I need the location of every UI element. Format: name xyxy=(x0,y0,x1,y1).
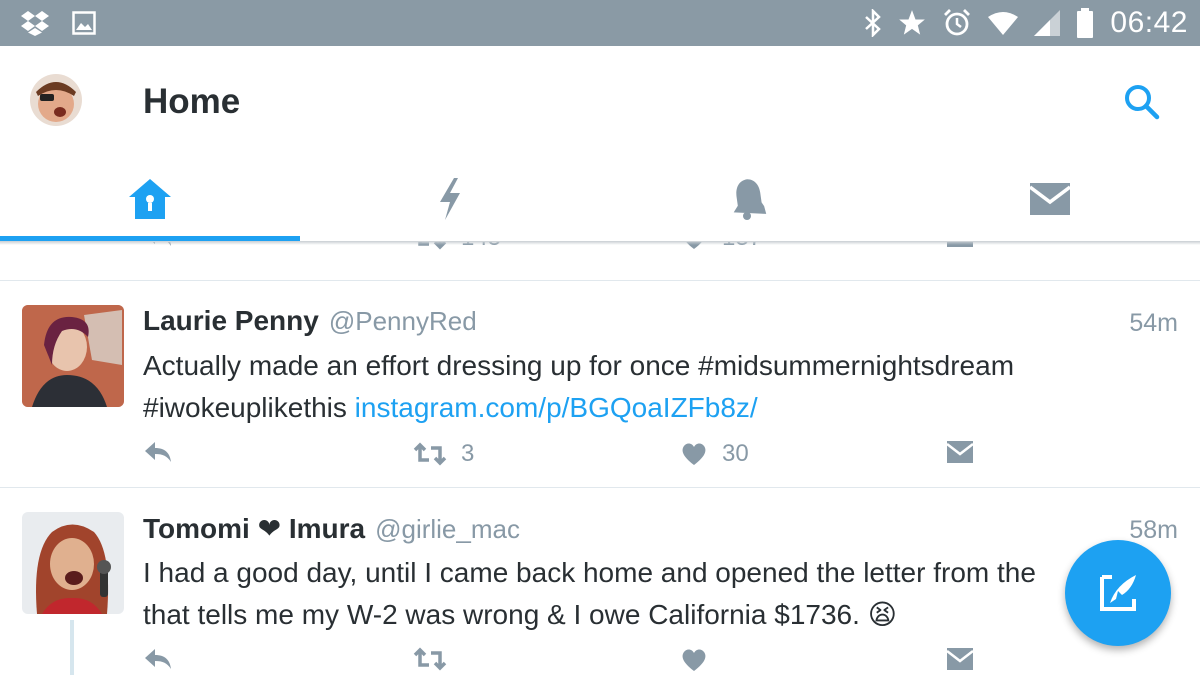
avatar[interactable] xyxy=(30,74,82,126)
image-icon xyxy=(72,11,96,35)
tweet-text-line: I had a good day, until I came back home… xyxy=(143,557,1036,588)
envelope-icon xyxy=(946,441,974,463)
tab-moments[interactable] xyxy=(300,156,600,242)
battery-icon xyxy=(1076,8,1094,38)
tweet[interactable]: Laurie Penny @PennyRed 54m Actually made… xyxy=(0,305,1200,485)
lightning-icon xyxy=(440,178,460,220)
compose-tweet-icon xyxy=(1100,575,1136,611)
home-icon xyxy=(129,179,171,219)
alarm-icon xyxy=(942,8,972,38)
heart-icon xyxy=(682,649,706,671)
retweet-icon xyxy=(413,647,447,671)
search-icon xyxy=(1125,85,1160,120)
timeline[interactable]: 145 137 Laurie Penny @PennyRed 54m xyxy=(0,242,1200,675)
tab-messages[interactable] xyxy=(900,156,1200,242)
tweet-header: Tomomi ❤ Imura @girlie_mac xyxy=(143,512,520,550)
tweet-actions xyxy=(0,647,1200,675)
like-count: 30 xyxy=(722,440,749,467)
envelope-icon xyxy=(1029,183,1071,215)
like-button[interactable]: 30 xyxy=(680,440,749,468)
dropbox-icon xyxy=(20,10,50,36)
app-bar: Home xyxy=(0,46,1200,156)
reply-button[interactable] xyxy=(143,440,173,464)
reply-icon xyxy=(145,442,171,462)
search-button[interactable] xyxy=(1122,82,1162,122)
retweet-count: 3 xyxy=(461,440,475,467)
clock-time: 06:42 xyxy=(1110,6,1188,39)
username[interactable]: @PennyRed xyxy=(329,306,477,337)
tired-face-emoji: 😫 xyxy=(867,599,897,630)
tweet-text: Actually made an effort dressing up for … xyxy=(143,345,1173,429)
tab-bar-shadow xyxy=(0,241,1200,245)
username[interactable]: @girlie_mac xyxy=(375,514,520,545)
tweet-divider xyxy=(0,280,1200,281)
timestamp: 58m xyxy=(1129,516,1178,544)
tweet-text-line: that tells me my W-2 was wrong & I owe C… xyxy=(143,599,860,630)
display-name[interactable]: Tomomi ❤ Imura xyxy=(143,512,365,545)
bluetooth-icon xyxy=(864,9,882,37)
status-bar: 06:42 xyxy=(0,0,1200,46)
tweet-text: I had a good day, until I came back home… xyxy=(143,552,1173,636)
avatar[interactable] xyxy=(22,512,124,614)
compose-tweet-button[interactable] xyxy=(1065,540,1171,646)
wifi-icon xyxy=(988,11,1019,35)
heart-icon xyxy=(682,443,706,465)
envelope-icon xyxy=(946,648,974,670)
bell-icon xyxy=(733,179,767,220)
star-icon xyxy=(898,9,926,37)
tweet-actions: 3 30 xyxy=(0,440,1200,480)
direct-message-button[interactable] xyxy=(946,440,974,464)
avatar[interactable] xyxy=(22,305,124,407)
hashtag: #midsummernightsdream xyxy=(698,350,1015,381)
tab-bar xyxy=(0,156,1200,242)
tab-notifications[interactable] xyxy=(600,156,900,242)
signal-icon xyxy=(1034,10,1061,36)
retweet-button[interactable] xyxy=(413,647,447,671)
tweet-divider xyxy=(0,487,1200,488)
tweet-link[interactable]: instagram.com/p/BGQoaIZFb8z/ xyxy=(355,392,758,423)
retweet-button[interactable]: 3 xyxy=(413,440,474,468)
previous-tweet-actions: 145 137 xyxy=(0,242,1200,264)
like-button[interactable] xyxy=(680,647,708,673)
tweet[interactable]: Tomomi ❤ Imura @girlie_mac 58m I had a g… xyxy=(0,512,1200,675)
page-title: Home xyxy=(143,82,241,121)
display-name[interactable]: Laurie Penny xyxy=(143,305,319,337)
timestamp: 54m xyxy=(1129,309,1178,337)
retweet-icon xyxy=(413,442,447,466)
heart-emoji: ❤ xyxy=(257,513,282,544)
tweet-text-plain: Actually made an effort dressing up for … xyxy=(143,350,699,381)
reply-icon xyxy=(145,649,171,669)
tweet-header: Laurie Penny @PennyRed xyxy=(143,305,477,343)
reply-button[interactable] xyxy=(143,647,173,671)
hashtag: #iwokeuplikethis xyxy=(143,392,347,423)
tab-home[interactable] xyxy=(0,156,300,242)
direct-message-button[interactable] xyxy=(946,647,974,671)
